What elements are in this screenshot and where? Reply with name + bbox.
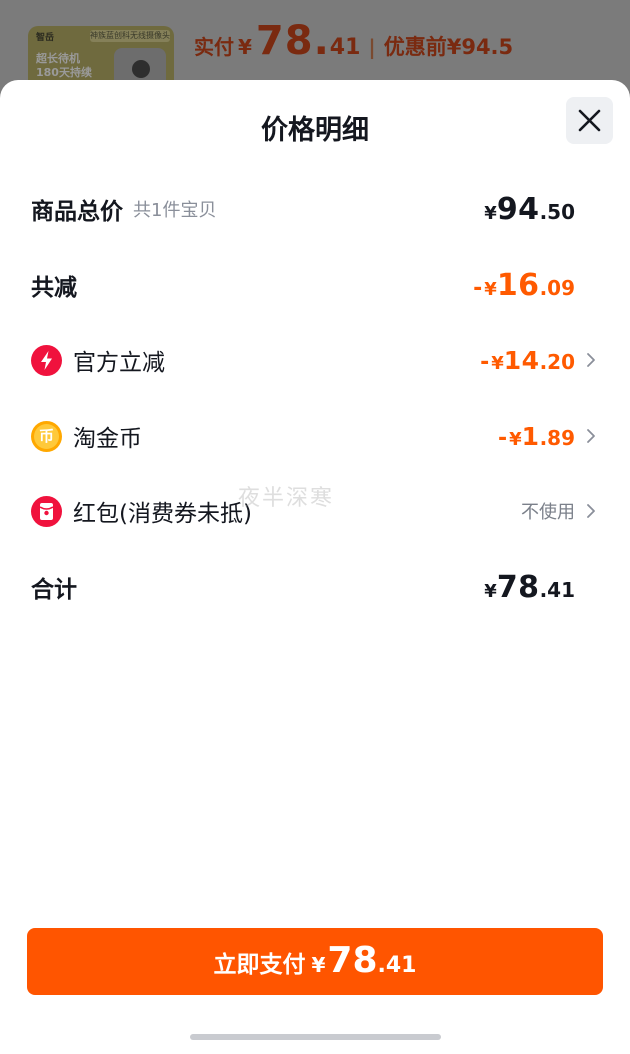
pay-button-decimal: .41 <box>377 953 417 978</box>
coin-icon: 币 <box>31 420 62 452</box>
amount-integer: 14 <box>503 345 540 375</box>
thumbnail-caption-line1: 超长待机 <box>36 52 80 65</box>
row-official-discount[interactable]: 官方立减 - ¥ 14 .20 <box>31 335 606 385</box>
official-discount-label: 官方立减 <box>73 350 165 376</box>
goods-total-amount: ¥ 94 .50 <box>484 192 575 227</box>
currency-symbol: ¥ <box>484 278 497 300</box>
minus-sign: - <box>497 425 508 451</box>
currency-symbol: ¥ <box>484 580 497 602</box>
pay-button-currency: ¥ <box>311 953 326 977</box>
price-separator: | <box>368 35 376 59</box>
row-grand-total: 合计 ¥ 78 .41 <box>31 562 606 612</box>
red-packet-label: 红包(消费券未抵) <box>73 501 252 527</box>
thumbnail-caption: 超长待机 180天持续 <box>36 52 92 80</box>
official-discount-amount: - ¥ 14 .20 <box>480 346 575 375</box>
amount-decimal: .50 <box>539 199 575 224</box>
chevron-right-icon <box>575 335 606 385</box>
amount-decimal: .41 <box>539 577 575 602</box>
home-indicator[interactable] <box>190 1034 441 1040</box>
close-button[interactable] <box>566 97 613 144</box>
pay-now-button[interactable]: 立即支付 ¥ 78 .41 <box>27 928 603 995</box>
pay-button-label: 立即支付 <box>213 952 306 978</box>
pay-button-integer: 78 <box>327 940 378 981</box>
currency-symbol: ¥ <box>509 428 522 450</box>
paid-integer: 78. <box>255 18 330 64</box>
red-packet-icon <box>31 495 62 527</box>
lightning-glyph <box>41 350 52 370</box>
red-packet-status: 不使用 <box>521 502 575 523</box>
paid-currency: ¥ <box>238 35 252 59</box>
thumbnail-tag: 神族蓝创科无线摄像头 <box>90 30 170 42</box>
row-total-discount: 共减 - ¥ 16 .09 <box>31 260 606 310</box>
original-label: 优惠前 <box>383 35 447 59</box>
goods-total-label: 商品总价 <box>31 199 123 225</box>
chevron-right-icon <box>575 411 606 461</box>
background-price-line: 实付 ¥ 78. 41 | 优惠前 ¥94.5 <box>194 18 513 64</box>
row-taojinbi[interactable]: 币 淘金币 - ¥ 1 .89 <box>31 411 606 461</box>
row-grand-total-left: 合计 <box>31 562 77 612</box>
row-red-packet[interactable]: 红包(消费券未抵) 不使用 <box>31 486 606 536</box>
total-discount-label: 共减 <box>31 275 77 301</box>
chevron-right-icon <box>575 486 606 536</box>
currency-symbol: ¥ <box>484 202 497 224</box>
row-grand-total-right: ¥ 78 .41 <box>484 562 606 612</box>
item-count: 共1件宝贝 <box>133 200 217 221</box>
amount-decimal: .20 <box>539 349 575 374</box>
grand-total-label: 合计 <box>31 577 77 603</box>
close-icon <box>578 109 601 132</box>
row-total-discount-right: - ¥ 16 .09 <box>473 260 606 310</box>
amount-integer: 16 <box>496 267 540 303</box>
row-total-discount-left: 共减 <box>31 260 77 310</box>
grand-total-amount: ¥ 78 .41 <box>484 570 575 605</box>
row-taojinbi-right: - ¥ 1 .89 <box>498 411 606 461</box>
original-price: ¥94.5 <box>446 35 514 59</box>
row-goods-total-left: 商品总价 共1件宝贝 <box>31 184 216 234</box>
row-taojinbi-left: 币 淘金币 <box>31 411 142 461</box>
taojinbi-label: 淘金币 <box>73 426 142 452</box>
row-goods-total-right: ¥ 94 .50 <box>484 184 606 234</box>
row-goods-total: 商品总价 共1件宝贝 ¥ 94 .50 <box>31 184 606 234</box>
taojinbi-amount: - ¥ 1 .89 <box>498 422 575 451</box>
amount-decimal: .09 <box>539 275 575 300</box>
minus-sign: - <box>480 349 490 375</box>
red-packet-glyph <box>39 502 54 520</box>
amount-integer: 94 <box>496 191 540 227</box>
thumbnail-caption-line2: 180天持续 <box>36 66 92 79</box>
total-discount-amount: - ¥ 16 .09 <box>473 268 575 303</box>
row-red-packet-right: 不使用 <box>521 486 606 536</box>
paid-label: 实付 <box>194 35 234 59</box>
amount-integer: 78 <box>496 569 540 605</box>
coin-glyph: 币 <box>38 426 54 445</box>
amount-decimal: .89 <box>539 425 575 450</box>
price-detail-sheet: 价格明细 商品总价 共1件宝贝 ¥ 94 .50 共减 - ¥ 16 .09 官… <box>0 80 630 1054</box>
row-official-discount-left: 官方立减 <box>31 335 165 385</box>
row-official-discount-right: - ¥ 14 .20 <box>480 335 606 385</box>
minus-sign: - <box>473 275 483 301</box>
amount-integer: 1 <box>521 421 540 451</box>
paid-decimal: 41 <box>329 35 361 60</box>
thumbnail-brand: 智岳 <box>36 33 55 43</box>
row-red-packet-left: 红包(消费券未抵) <box>31 486 252 536</box>
sheet-title: 价格明细 <box>261 115 369 146</box>
currency-symbol: ¥ <box>491 352 504 374</box>
lightning-icon <box>31 344 62 376</box>
